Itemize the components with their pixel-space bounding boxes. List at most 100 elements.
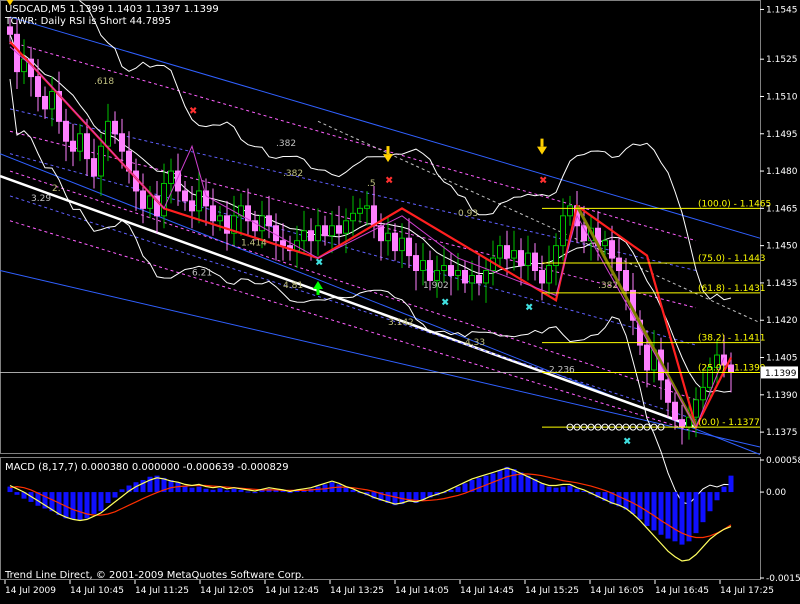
time-axis-label: 14 Jul 12:45 [265, 586, 319, 596]
macd-histogram-bar [700, 492, 706, 523]
macd-histogram-bar [343, 487, 349, 493]
fib-ratio-label: 1.902 [423, 281, 449, 291]
bear-candle [91, 158, 97, 177]
price-axis-label: 1.1510 [766, 92, 798, 102]
macd-histogram-bar [497, 470, 503, 493]
bull-candle [602, 240, 608, 247]
time-axis-label: 14 Jul 10:45 [70, 586, 124, 596]
macd-histogram-bar [105, 492, 111, 504]
macd-axis-label: -0.00157 [766, 574, 800, 584]
bull-candle [301, 230, 307, 242]
bear-candle [665, 379, 671, 403]
bear-candle [224, 215, 230, 234]
bear-candle [336, 225, 342, 234]
cross-marker-icon: ✖ [539, 175, 547, 186]
bear-candle [112, 120, 118, 135]
time-axis-label: 14 Jul 16:05 [590, 586, 644, 596]
macd-histogram-bar [665, 492, 671, 539]
price-axis-label: 1.1465 [766, 204, 798, 214]
fib-ratio-label: .382 [598, 281, 618, 291]
bear-candle [42, 95, 48, 110]
macd-histogram-bar [504, 466, 510, 493]
bear-candle [623, 270, 629, 291]
footer-copyright: Trend Line Direct, © 2001-2009 MetaQuote… [4, 570, 304, 581]
bull-candle [399, 237, 405, 252]
bear-candle [406, 237, 412, 257]
bear-candle [413, 255, 419, 272]
bear-candle [609, 240, 615, 259]
bull-candle [483, 270, 489, 284]
price-axis-label: 1.1390 [766, 391, 798, 401]
indicator-header: TCWR: Daily RSI is Short 44.7895 [4, 16, 171, 27]
macd-histogram-bar [280, 490, 286, 493]
bull-candle [420, 260, 426, 272]
time-axis-label: 14 Jul 15:25 [525, 586, 579, 596]
fib-level-label: (61.8) - 1.1431 [698, 284, 766, 294]
bull-candle [455, 270, 461, 276]
cross-marker-icon: ✖ [189, 106, 197, 117]
macd-histogram-bar [245, 491, 251, 493]
macd-histogram-bar [707, 492, 713, 512]
fib-ratio-label: .618 [94, 77, 114, 87]
macd-histogram-bar [546, 486, 552, 493]
bear-candle [532, 252, 538, 272]
bear-candle [644, 344, 650, 371]
fib-ratio-label: .5 [367, 179, 376, 189]
macd-histogram-bar [231, 488, 237, 493]
bear-candle [679, 419, 685, 428]
macd-histogram-bar [651, 492, 657, 531]
fib-level-label: (38.2) - 1.1411 [698, 334, 766, 344]
macd-histogram-bar [189, 487, 195, 493]
time-axis-label: 14 Jul 16:45 [655, 586, 709, 596]
bull-candle [161, 182, 167, 217]
macd-histogram-bar [560, 486, 566, 493]
bear-candle [35, 76, 41, 97]
bear-candle [448, 265, 454, 276]
bear-candle [273, 225, 279, 242]
bull-candle [196, 190, 202, 212]
bull-candle [217, 215, 223, 222]
macd-histogram-bar [658, 492, 664, 535]
macd-axis-label: 0.000586 [766, 456, 800, 466]
price-axis-label: 1.1375 [766, 428, 798, 438]
macd-histogram-bar [210, 489, 216, 493]
bull-candle [350, 212, 356, 222]
macd-histogram-bar [539, 483, 545, 493]
cyan-cross-icon: ✖ [623, 437, 631, 448]
macd-histogram-bar [112, 492, 118, 498]
bear-candle [7, 26, 13, 35]
macd-histogram-bar [553, 487, 559, 493]
chart-canvas[interactable]: (100.0) - 1.1465(75.0) - 1.1443(61.8) - … [0, 0, 800, 600]
bull-candle [329, 225, 335, 237]
macd-histogram-bar [294, 490, 300, 493]
bull-candle [469, 274, 475, 284]
current-price-label: 1.1399 [765, 369, 797, 379]
bull-candle [567, 205, 573, 217]
down-arrow-icon [386, 146, 390, 155]
macd-histogram-bar [679, 492, 685, 545]
bear-candle [672, 401, 678, 421]
macd-histogram-bar [91, 492, 97, 514]
bear-candle [140, 190, 146, 209]
cross-marker-icon: ✖ [385, 175, 393, 186]
bear-candle [322, 225, 328, 237]
bear-candle [308, 230, 314, 242]
bull-candle [693, 399, 699, 418]
down-arrow-icon [540, 138, 544, 147]
macd-histogram-bar [224, 490, 230, 493]
cyan-cross-icon: ✖ [525, 302, 533, 313]
fib-ratio-label: 3.142 [388, 318, 414, 328]
macd-histogram-bar [476, 477, 482, 493]
price-axis-label: 1.1495 [766, 130, 798, 140]
fib-ratio-label: 2. [52, 184, 61, 194]
macd-histogram-bar [721, 486, 727, 493]
macd-histogram-bar [203, 488, 209, 493]
bull-candle [497, 245, 503, 259]
fib-level-label: (75.0) - 1.1443 [698, 254, 766, 264]
macd-histogram-bar [238, 489, 244, 493]
symbol-header: USDCAD,M5 1.1399 1.1403 1.1397 1.1399 [5, 4, 219, 15]
cyan-cross-icon: ✖ [315, 258, 323, 269]
macd-header: MACD (8,17,7) 0.000380 0.000000 -0.00063… [5, 462, 289, 473]
bear-candle [280, 240, 286, 247]
up-arrow-icon [316, 288, 320, 295]
